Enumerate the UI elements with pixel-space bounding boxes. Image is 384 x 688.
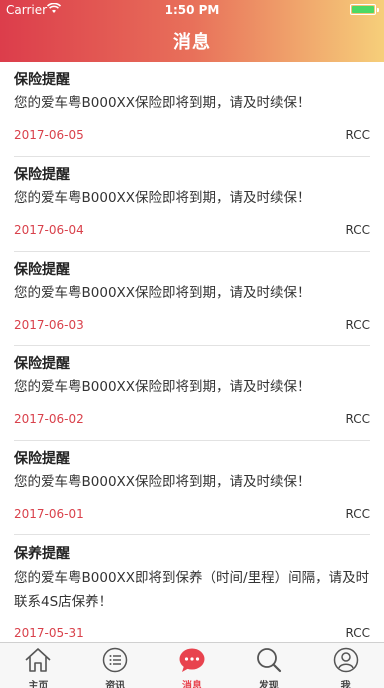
- message-item[interactable]: 保养提醒 您的爱车粤B000XX即将到保养（时间/里程）间隔，请及时联系4S店保…: [14, 535, 370, 642]
- tab-bar: 主页 资讯 消息 发现 我: [0, 642, 384, 688]
- message-title: 保险提醒: [14, 262, 70, 278]
- message-title: 保养提醒: [14, 546, 70, 562]
- message-date: 2017-06-02: [14, 412, 84, 426]
- message-date: 2017-06-05: [14, 128, 84, 142]
- tab-news-label: 资讯: [105, 681, 126, 688]
- status-time: 1:50 PM: [164, 3, 220, 17]
- message-source: RCC: [345, 507, 371, 521]
- tab-home-label: 主页: [28, 681, 49, 688]
- tab-me[interactable]: 我: [307, 643, 384, 688]
- message-title: 保险提醒: [14, 356, 70, 372]
- message-date: 2017-06-01: [14, 507, 84, 521]
- message-item[interactable]: 保险提醒 您的爱车粤B000XX保险即将到期，请及时续保！ 2017-06-04…: [14, 157, 370, 252]
- message-body: 您的爱车粤B000XX保险即将到期，请及时续保！: [14, 285, 311, 301]
- tab-news[interactable]: 资讯: [77, 643, 154, 688]
- message-list[interactable]: 保险提醒 您的爱车粤B000XX保险即将到期，请及时续保！ 2017-06-05…: [0, 62, 384, 642]
- message-source: RCC: [345, 626, 371, 640]
- message-date: 2017-06-04: [14, 223, 84, 237]
- message-body: 您的爱车粤B000XX即将到保养（时间/里程）间隔，请及时联系4S店保养！: [14, 570, 370, 610]
- tab-discover[interactable]: 发现: [230, 643, 307, 688]
- tab-messages[interactable]: 消息: [154, 643, 231, 688]
- message-body: 您的爱车粤B000XX保险即将到期，请及时续保！: [14, 474, 311, 490]
- message-source: RCC: [345, 128, 371, 142]
- message-source: RCC: [345, 318, 371, 332]
- message-date: 2017-05-31: [14, 626, 84, 640]
- tab-messages-label: 消息: [181, 681, 202, 688]
- status-bar: Carrier 1:50 PM: [0, 0, 384, 20]
- chat-bubble-icon: [179, 648, 205, 672]
- message-title: 保险提醒: [14, 72, 70, 88]
- page-title: 消息: [173, 32, 211, 53]
- message-title: 保险提醒: [14, 167, 70, 183]
- search-icon: [256, 648, 281, 673]
- header: Carrier 1:50 PM 消息: [0, 0, 384, 62]
- home-icon: [25, 648, 51, 672]
- user-icon: [333, 647, 358, 673]
- message-title: 保险提醒: [14, 451, 70, 467]
- message-item[interactable]: 保险提醒 您的爱车粤B000XX保险即将到期，请及时续保！ 2017-06-03…: [14, 252, 370, 346]
- message-body: 您的爱车粤B000XX保险即将到期，请及时续保！: [14, 190, 311, 206]
- battery-icon: [350, 4, 379, 15]
- message-source: RCC: [345, 412, 371, 426]
- list-icon: [102, 647, 128, 673]
- tab-discover-label: 发现: [258, 681, 279, 688]
- message-item[interactable]: 保险提醒 您的爱车粤B000XX保险即将到期，请及时续保！ 2017-06-02…: [14, 346, 370, 441]
- message-date: 2017-06-03: [14, 318, 84, 332]
- message-item[interactable]: 保险提醒 您的爱车粤B000XX保险即将到期，请及时续保！ 2017-06-05…: [14, 62, 370, 157]
- tab-home[interactable]: 主页: [0, 643, 77, 688]
- message-source: RCC: [345, 223, 371, 237]
- tab-me-label: 我: [340, 681, 351, 688]
- message-body: 您的爱车粤B000XX保险即将到期，请及时续保！: [14, 95, 311, 111]
- message-body: 您的爱车粤B000XX保险即将到期，请及时续保！: [14, 379, 311, 395]
- message-item[interactable]: 保险提醒 您的爱车粤B000XX保险即将到期，请及时续保！ 2017-06-01…: [14, 441, 370, 535]
